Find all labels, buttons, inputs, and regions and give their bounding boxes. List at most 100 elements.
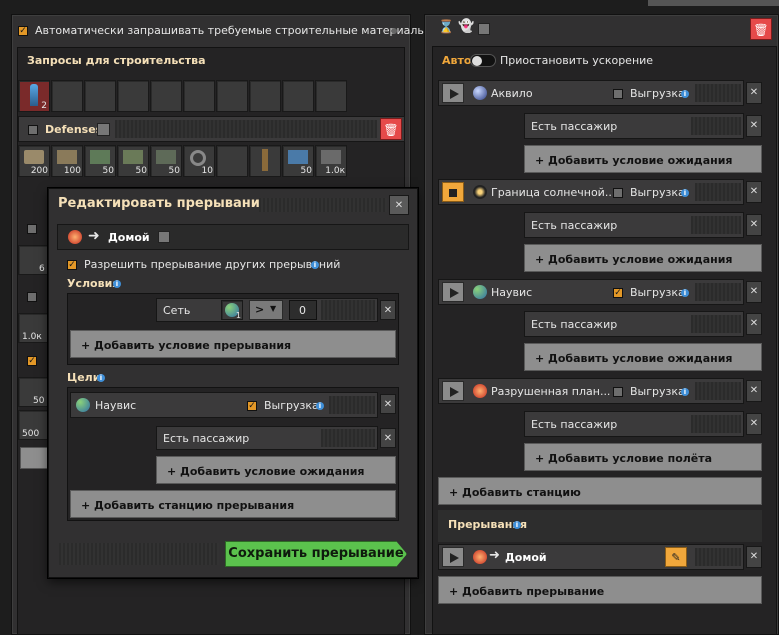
wait-condition-bar (691, 216, 741, 234)
remove-wait-condition-button[interactable]: ✕ (746, 413, 762, 435)
hourglass-icon[interactable]: ⌛ (438, 20, 454, 35)
play-icon[interactable] (442, 83, 464, 103)
delete-schedule-button[interactable]: 🗑 (750, 18, 772, 40)
item-slot[interactable] (249, 145, 281, 177)
remove-interrupt-button[interactable]: ✕ (746, 546, 762, 568)
station-name: Наувис (491, 286, 533, 299)
remove-wait-condition-button[interactable]: ✕ (746, 115, 762, 137)
remove-station-button[interactable]: ✕ (380, 394, 396, 414)
item-count: 50 (168, 166, 180, 176)
hidden-item-slot[interactable]: 50 (18, 377, 48, 407)
rename-icon[interactable] (158, 231, 170, 243)
edit-interrupt-button[interactable]: ✎ (665, 547, 687, 567)
rocket-part-slot[interactable]: 2 (18, 80, 50, 112)
add-wait-condition-button[interactable]: + Добавить условие ожидания (156, 456, 396, 484)
unload-checkbox[interactable] (613, 288, 623, 298)
empty-slot[interactable] (84, 80, 116, 112)
item-count: 500 (22, 429, 40, 439)
interrupt-row: ➜ Домой ✎ (438, 544, 744, 570)
hidden-item-slot[interactable]: 1.0к (18, 313, 48, 343)
dialog-drag-handle[interactable] (259, 198, 387, 212)
play-icon[interactable] (442, 282, 464, 302)
add-flight-label: + Добавить условие полёта (535, 452, 713, 465)
remove-wait-condition-button[interactable]: ✕ (380, 428, 396, 448)
item-icon (90, 150, 110, 164)
rename-icon[interactable] (97, 123, 110, 136)
item-slot[interactable]: 50 (117, 145, 149, 177)
auto-request-checkbox[interactable] (18, 26, 28, 36)
item-slot[interactable] (216, 145, 248, 177)
remove-station-button[interactable]: ✕ (746, 380, 762, 402)
comparator-dropdown[interactable]: > ▼ (249, 300, 283, 320)
hidden-row-button[interactable] (20, 447, 48, 469)
delete-defenses-button[interactable]: 🗑 (380, 118, 402, 140)
stop-icon[interactable] (442, 182, 464, 202)
remove-station-button[interactable]: ✕ (746, 82, 762, 104)
defenses-checkbox[interactable] (28, 125, 38, 135)
remove-station-button[interactable]: ✕ (746, 181, 762, 203)
edit-interrupt-dialog: Редактировать прерывание ✕ ➜ Домой Разре… (48, 188, 418, 578)
unload-checkbox[interactable] (613, 188, 623, 198)
empty-slot[interactable] (150, 80, 182, 112)
allow-interrupt-checkbox[interactable] (67, 260, 77, 270)
item-slot[interactable]: 10 (183, 145, 215, 177)
item-slot[interactable]: 1.0к (315, 145, 347, 177)
add-flight-condition-button[interactable]: + Добавить условие полёта (524, 443, 762, 471)
item-slot[interactable]: 50 (150, 145, 182, 177)
empty-slot[interactable] (249, 80, 281, 112)
add-wait-condition-button[interactable]: + Добавить условие ожидания (524, 244, 762, 272)
add-wait-condition-button[interactable]: + Добавить условие ожидания (524, 343, 762, 371)
constant-value: 0 (299, 304, 306, 317)
empty-slot[interactable] (183, 80, 215, 112)
add-wait-condition-button[interactable]: + Добавить условие ожидания (524, 145, 762, 173)
close-dialog-button[interactable]: ✕ (389, 195, 409, 215)
add-interrupt-station-button[interactable]: + Добавить станцию прерывания (70, 490, 396, 518)
item-slot[interactable]: 200 (18, 145, 50, 177)
defenses-bar (115, 120, 377, 138)
network-signal-slot[interactable]: 1 (221, 300, 243, 320)
item-icon (24, 150, 44, 164)
auto-request-row[interactable]: Автоматически запрашивать требуемые стро… (17, 22, 430, 40)
play-icon[interactable] (442, 381, 464, 401)
nauvis-icon (76, 398, 90, 412)
constant-input[interactable]: 0 (289, 300, 317, 320)
hidden-item-slot[interactable]: 6 (18, 245, 48, 275)
wait-condition-label: Есть пассажир (163, 432, 250, 445)
unload-checkbox[interactable] (613, 387, 623, 397)
auto-toggle[interactable] (470, 54, 496, 67)
target-station-row: Наувис Выгрузка i (70, 392, 378, 418)
add-interrupt-button[interactable]: + Добавить прерывание (438, 576, 762, 604)
ghost-icon[interactable]: 👻 (458, 19, 474, 34)
station-bar (329, 396, 375, 414)
hidden-section-checkbox[interactable] (18, 220, 38, 238)
item-slot[interactable]: 100 (51, 145, 83, 177)
hidden-section-checkbox[interactable] (18, 288, 38, 306)
unload-checkbox[interactable] (247, 401, 257, 411)
network-condition-row: Сеть 1 > ▼ 0 (156, 298, 378, 322)
empty-slot[interactable] (216, 80, 248, 112)
interrupt-name: Домой (108, 231, 150, 244)
remove-condition-button[interactable]: ✕ (380, 300, 396, 320)
item-slot[interactable]: 50 (84, 145, 116, 177)
empty-slot[interactable] (315, 80, 347, 112)
rename-icon[interactable] (478, 23, 490, 35)
play-icon[interactable] (442, 547, 464, 567)
remove-wait-condition-button[interactable]: ✕ (746, 313, 762, 335)
empty-slot[interactable] (282, 80, 314, 112)
remove-station-button[interactable]: ✕ (746, 281, 762, 303)
wait-condition-row: Есть пассажир (156, 426, 378, 450)
hidden-section-checkbox[interactable] (18, 352, 38, 370)
shattered-planet-icon (68, 230, 82, 244)
item-slot[interactable]: 50 (282, 145, 314, 177)
allow-interrupt-row[interactable]: Разрешить прерывание других прерываний i (67, 257, 397, 273)
save-interrupt-button[interactable]: Сохранить прерывание (225, 541, 407, 567)
remove-wait-condition-button[interactable]: ✕ (746, 214, 762, 236)
empty-slot[interactable] (51, 80, 83, 112)
hidden-item-slot[interactable]: 500 (18, 410, 48, 440)
unload-checkbox[interactable] (613, 89, 623, 99)
unload-label: Выгрузка (630, 186, 685, 199)
add-station-button[interactable]: + Добавить станцию (438, 477, 762, 505)
add-interrupt-condition-button[interactable]: + Добавить условие прерывания (70, 330, 396, 358)
interrupts-section: Прерывания i (438, 510, 762, 542)
empty-slot[interactable] (117, 80, 149, 112)
